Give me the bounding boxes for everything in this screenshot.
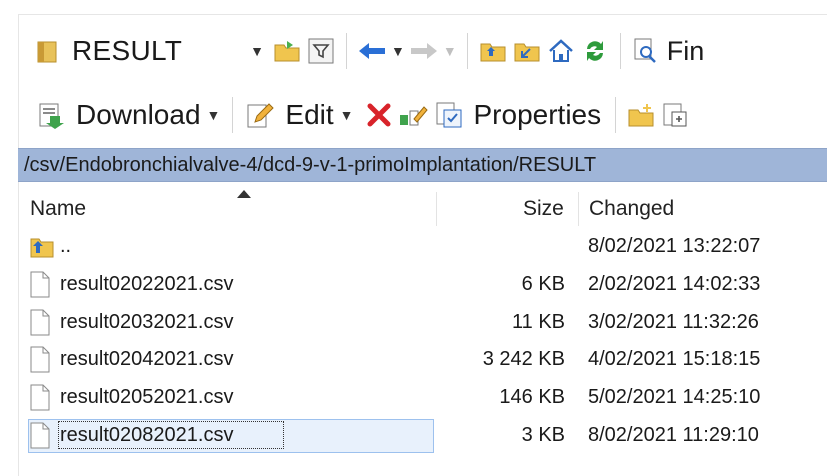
file-name: result02022021.csv	[60, 273, 234, 295]
file-list-header: Name Size Changed	[18, 188, 827, 230]
column-header-changed[interactable]: Changed	[589, 188, 674, 230]
file-size: 11 KB	[512, 311, 565, 333]
chevron-down-icon[interactable]: ▼	[250, 43, 264, 59]
folder-combobox[interactable]: RESULT ▼	[18, 29, 270, 73]
download-icon	[36, 100, 66, 130]
file-changed: 5/02/2021 14:25:10	[588, 386, 761, 408]
open-folder-icon[interactable]	[272, 36, 302, 66]
file-changed: 3/02/2021 11:32:26	[588, 311, 759, 333]
edit-label: Edit	[285, 99, 334, 130]
new-folder-icon[interactable]	[626, 100, 656, 130]
file-icon	[30, 271, 50, 303]
file-row[interactable]: result02052021.csv 146 KB 5/02/2021 14:2…	[18, 379, 827, 416]
chevron-down-icon[interactable]: ▼	[340, 107, 354, 123]
properties-label: Properties	[473, 99, 602, 130]
toolbar-separator	[619, 33, 621, 69]
file-row[interactable]: result02022021.csv 6 KB 2/02/2021 14:02:…	[18, 266, 827, 303]
chevron-down-icon[interactable]: ▼	[207, 107, 221, 123]
file-size: 6 KB	[521, 273, 565, 295]
column-divider[interactable]	[436, 192, 437, 226]
toolbar-separator	[232, 97, 234, 133]
edit-icon	[245, 100, 275, 130]
path-text: /csv/Endobronchialvalve-4/dcd-9-v-1-prim…	[24, 154, 597, 176]
file-size: 146 KB	[499, 386, 565, 408]
action-toolbar: Download ▼ Edit ▼ Properties	[18, 86, 827, 144]
download-button[interactable]: Download ▼	[32, 92, 224, 138]
file-icon	[30, 309, 50, 341]
find-label[interactable]: Fin	[667, 36, 705, 67]
filter-icon[interactable]	[306, 36, 336, 66]
file-icon	[30, 422, 50, 454]
column-header-size[interactable]: Size	[523, 188, 564, 230]
file-name: ..	[60, 235, 72, 257]
file-row-parent[interactable]: .. 8/02/2021 13:22:07	[18, 228, 827, 265]
properties-button[interactable]: Properties	[430, 92, 608, 138]
file-name: result02082021.csv	[60, 424, 234, 446]
file-icon	[30, 384, 50, 416]
download-label: Download	[76, 99, 201, 130]
file-changed: 4/02/2021 15:18:15	[588, 348, 761, 370]
file-icon	[30, 346, 50, 378]
toolbar-separator	[466, 33, 468, 69]
folder-name: RESULT	[72, 35, 183, 66]
file-changed: 8/02/2021 11:29:10	[588, 424, 759, 446]
file-row[interactable]: result02032021.csv 11 KB 3/02/2021 11:32…	[18, 304, 827, 341]
parent-dir-icon[interactable]	[478, 36, 508, 66]
back-dropdown-icon[interactable]: ▼	[391, 43, 405, 59]
sort-ascending-icon	[237, 190, 251, 198]
file-row[interactable]: result02042021.csv 3 242 KB 4/02/2021 15…	[18, 341, 827, 378]
refresh-icon[interactable]	[580, 36, 610, 66]
column-divider[interactable]	[578, 192, 579, 226]
forward-arrow-icon	[409, 36, 439, 66]
folder-icon	[32, 36, 62, 66]
navigation-toolbar: RESULT ▼ ▼ ▼ Fin	[18, 22, 827, 80]
new-file-icon[interactable]	[660, 100, 690, 130]
edit-button[interactable]: Edit ▼	[241, 92, 357, 138]
file-size: 3 KB	[521, 424, 565, 446]
delete-icon[interactable]	[364, 100, 394, 130]
file-name: result02032021.csv	[60, 311, 234, 333]
forward-dropdown-icon: ▼	[442, 43, 457, 59]
file-size: 3 242 KB	[482, 348, 565, 370]
file-row-selected[interactable]: result02082021.csv 3 KB 8/02/2021 11:29:…	[18, 417, 827, 454]
properties-icon	[434, 100, 464, 130]
file-name: result02042021.csv	[60, 348, 234, 370]
toolbar-separator	[346, 33, 347, 69]
find-icon[interactable]	[631, 36, 661, 66]
back-arrow-icon[interactable]	[357, 36, 387, 66]
file-name: result02052021.csv	[60, 386, 234, 408]
path-bar[interactable]: /csv/Endobronchialvalve-4/dcd-9-v-1-prim…	[18, 148, 827, 182]
file-changed: 8/02/2021 13:22:07	[588, 235, 761, 257]
file-changed: 2/02/2021 14:02:33	[588, 273, 761, 295]
rename-icon[interactable]	[398, 100, 428, 130]
home-icon[interactable]	[546, 36, 576, 66]
column-header-name[interactable]: Name	[30, 188, 86, 230]
toolbar-separator	[615, 97, 617, 133]
root-dir-icon[interactable]	[512, 36, 542, 66]
parent-folder-icon	[30, 233, 54, 264]
